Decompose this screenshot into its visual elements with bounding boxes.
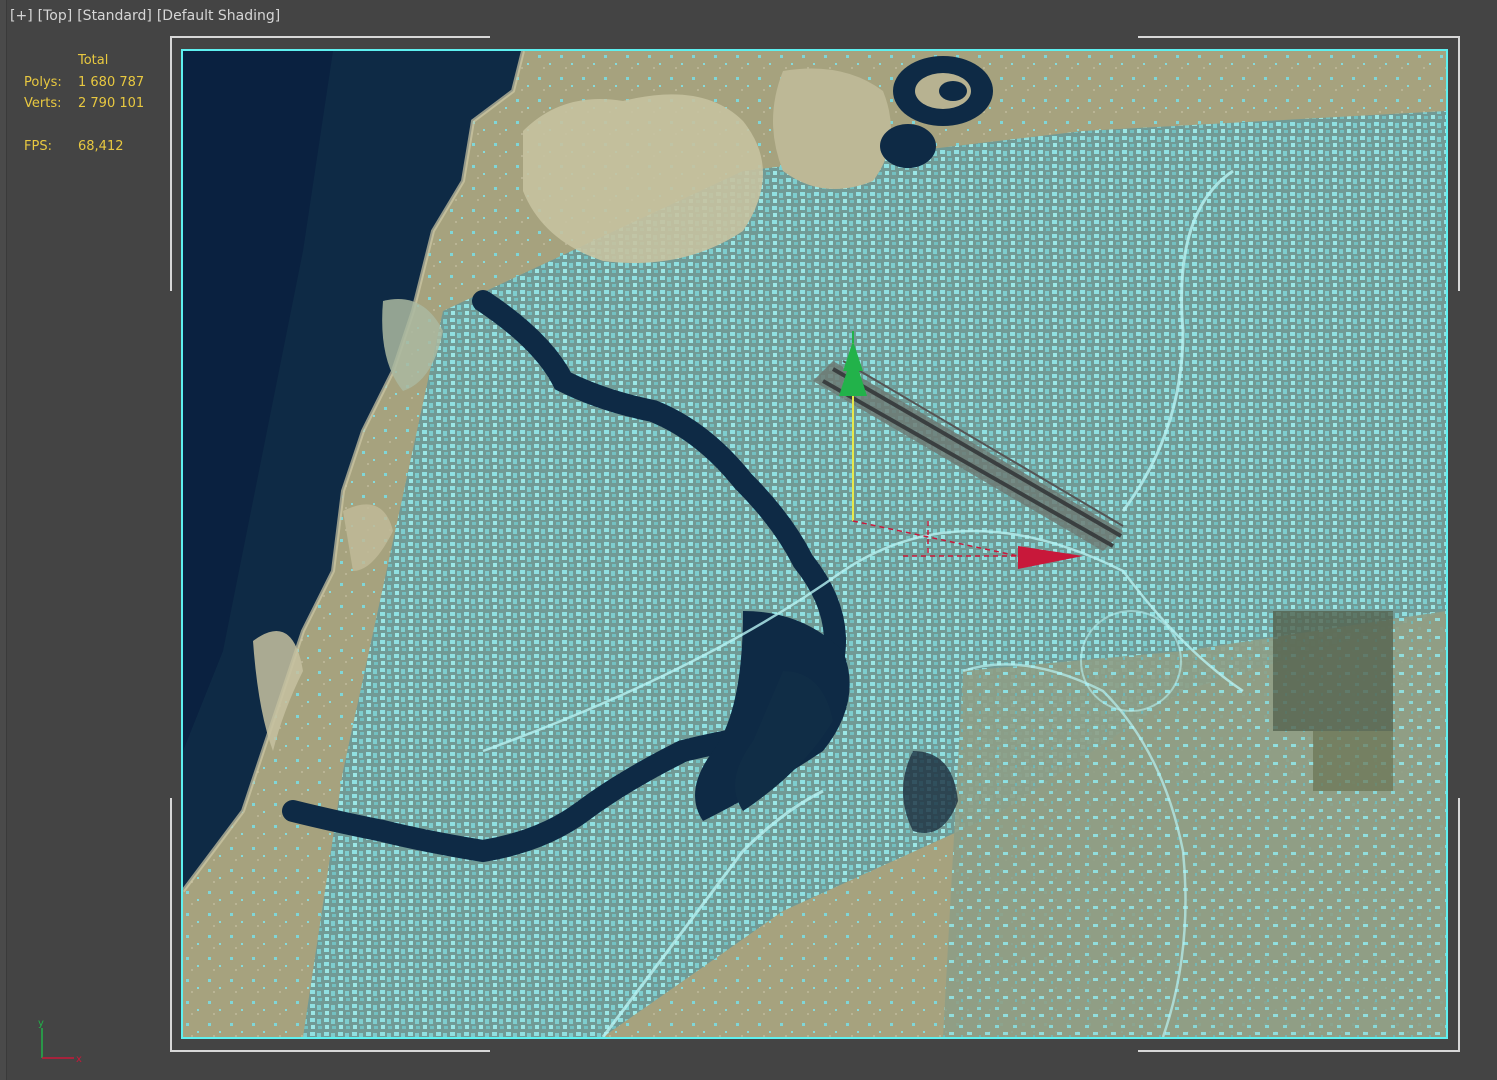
viewport-point-of-view-menu[interactable]: [Top]	[38, 8, 73, 24]
farm-patch	[1273, 611, 1393, 731]
safe-frame-corner-br-h	[1138, 1050, 1460, 1052]
stats-total-header: Total	[78, 53, 109, 68]
viewport-shading-menu[interactable]: [Default Shading]	[157, 8, 280, 24]
safe-frame-corner-bl-h	[170, 1050, 490, 1052]
safe-frame-corner-br-v	[1458, 798, 1460, 1052]
island-north	[523, 94, 763, 263]
viewport-left-edge	[0, 0, 7, 1080]
gizmo-y-label: y	[38, 1018, 44, 1029]
viewport-statistics: Total Polys: 1 680 787 Verts: 2 790 101 …	[24, 50, 144, 157]
gizmo-x-label: x	[76, 1054, 82, 1065]
stats-fps-value: 68,412	[78, 138, 124, 154]
farm-patch-2	[1313, 731, 1393, 791]
lagoon-3	[939, 81, 967, 101]
viewport-top[interactable]: [+] [Top] [Standard] [Default Shading] T…	[0, 0, 1497, 1080]
map-scene[interactable]	[181, 49, 1448, 1039]
stats-polys-label: Polys:	[24, 74, 62, 90]
stats-fps-label: FPS:	[24, 138, 52, 154]
stats-verts-label: Verts:	[24, 96, 62, 111]
safe-frame-corner-tl-v	[170, 36, 172, 291]
safe-frame-corner-tl-h	[170, 36, 490, 38]
lagoon-2	[880, 124, 936, 168]
safe-frame-corner-bl-v	[170, 798, 172, 1052]
stats-polys-value: 1 680 787	[78, 74, 145, 90]
safe-frame-corner-tr-h	[1138, 36, 1460, 38]
island-north-2	[773, 68, 891, 189]
safe-frame-corner-tr-v	[1458, 36, 1460, 291]
viewport-standard-menu[interactable]: [Standard]	[77, 8, 152, 24]
map-render	[183, 51, 1446, 1037]
viewport-menu-plus[interactable]: [+]	[10, 8, 33, 24]
stats-verts-value: 2 790 101	[78, 96, 145, 111]
viewport-label: [+] [Top] [Standard] [Default Shading]	[10, 8, 280, 24]
axis-gizmo: y x	[38, 1018, 82, 1065]
